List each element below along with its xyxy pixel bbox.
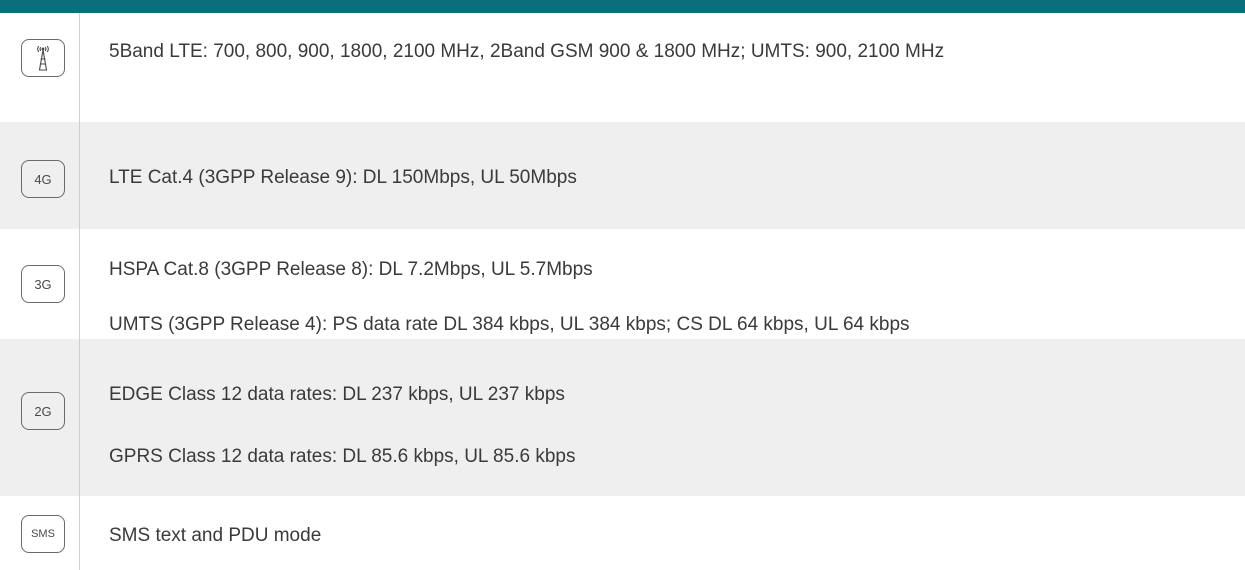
spec-text-umts: UMTS (3GPP Release 4): PS data rate DL 3… xyxy=(109,314,910,335)
spec-row-4g: 4G LTE Cat.4 (3GPP Release 9): DL 150Mbp… xyxy=(0,122,1245,229)
header-bar xyxy=(0,0,1245,13)
antenna-tower-icon xyxy=(21,39,65,77)
spec-text-hspa: HSPA Cat.8 (3GPP Release 8): DL 7.2Mbps,… xyxy=(109,259,593,280)
spec-text-bands: 5Band LTE: 700, 800, 900, 1800, 2100 MHz… xyxy=(109,41,945,62)
2g-badge: 2G xyxy=(21,392,65,430)
3g-badge: 3G xyxy=(21,265,65,303)
column-divider xyxy=(79,13,80,570)
spec-text-lte: LTE Cat.4 (3GPP Release 9): DL 150Mbps, … xyxy=(109,167,577,188)
4g-badge: 4G xyxy=(21,160,65,198)
spec-row-3g: 3G HSPA Cat.8 (3GPP Release 8): DL 7.2Mb… xyxy=(0,229,1245,339)
spec-row-2g: 2G EDGE Class 12 data rates: DL 237 kbps… xyxy=(0,339,1245,496)
spec-row-sms: SMS SMS text and PDU mode xyxy=(0,496,1245,570)
spec-text-sms: SMS text and PDU mode xyxy=(109,525,322,546)
sms-badge: SMS xyxy=(21,515,65,553)
spec-text-edge: EDGE Class 12 data rates: DL 237 kbps, U… xyxy=(109,384,565,405)
spec-table: 5Band LTE: 700, 800, 900, 1800, 2100 MHz… xyxy=(0,0,1245,570)
spec-row-bands: 5Band LTE: 700, 800, 900, 1800, 2100 MHz… xyxy=(0,13,1245,122)
spec-text-gprs: GPRS Class 12 data rates: DL 85.6 kbps, … xyxy=(109,446,576,467)
